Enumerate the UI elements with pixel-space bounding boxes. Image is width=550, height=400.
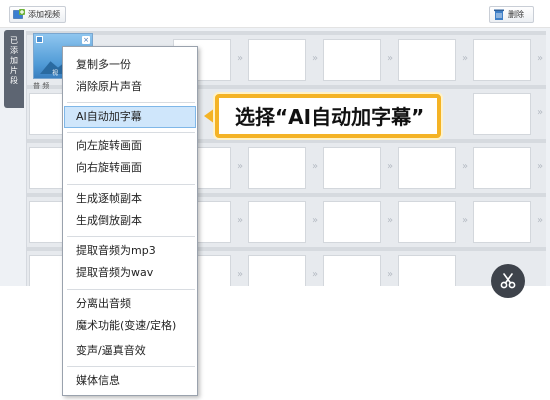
- clip-slot[interactable]: [248, 201, 306, 243]
- chevron-right-icon: »: [461, 161, 469, 172]
- scissors-icon[interactable]: [491, 264, 525, 298]
- clip-slot[interactable]: [398, 201, 456, 243]
- added-clips-tab[interactable]: 已添加片段: [4, 30, 24, 108]
- menu-item-extract-wav[interactable]: 提取音频为wav: [64, 262, 196, 284]
- clip-sub-label: 普 频: [33, 82, 50, 90]
- added-clips-tab-label: 已添加片段: [10, 36, 18, 85]
- clip-edit-icon[interactable]: [36, 36, 43, 43]
- menu-item-frame-copy[interactable]: 生成逐帧副本: [64, 188, 196, 210]
- chevron-right-icon: »: [236, 161, 244, 172]
- callout-pointer: [204, 108, 215, 124]
- chevron-right-icon: »: [236, 215, 244, 226]
- trash-icon: [494, 9, 504, 20]
- menu-item-extract-mp3[interactable]: 提取音频为mp3: [64, 240, 196, 262]
- menu-item-separate-audio[interactable]: 分离出音频: [64, 293, 196, 315]
- instruction-callout: 选择“AI自动加字幕”: [215, 94, 441, 138]
- chevron-right-icon: »: [311, 269, 319, 280]
- menu-item-rotate-right[interactable]: 向右旋转画面: [64, 157, 196, 179]
- chevron-right-icon: »: [311, 53, 319, 64]
- chevron-right-icon: »: [536, 161, 544, 172]
- menu-separator: [67, 184, 195, 185]
- chevron-right-icon: »: [461, 215, 469, 226]
- chevron-right-icon: »: [536, 53, 544, 64]
- menu-separator: [67, 236, 195, 237]
- menu-item-media-info[interactable]: 媒体信息: [64, 370, 196, 392]
- menu-separator: [67, 132, 195, 133]
- menu-item-mute-original[interactable]: 消除原片声音: [64, 76, 196, 98]
- clip-slot[interactable]: [473, 39, 531, 81]
- add-video-icon: [13, 9, 25, 19]
- chevron-right-icon: »: [386, 53, 394, 64]
- clip-slot[interactable]: [473, 201, 531, 243]
- chevron-right-icon: »: [536, 215, 544, 226]
- delete-button[interactable]: 删除: [489, 6, 534, 23]
- clip-slot[interactable]: [473, 93, 531, 135]
- clip-slot[interactable]: [248, 39, 306, 81]
- clip-slot[interactable]: [323, 255, 381, 286]
- add-video-label: 添加视频: [28, 10, 60, 19]
- menu-item-duplicate[interactable]: 复制多一份: [64, 54, 196, 76]
- clip-slot[interactable]: [398, 255, 456, 286]
- menu-item-magic-function[interactable]: 魔术功能(变速/定格): [64, 315, 196, 337]
- context-menu: 复制多一份 消除原片声音 AI自动加字幕 向左旋转画面 向右旋转画面 生成逐帧副…: [62, 46, 198, 396]
- clip-slot[interactable]: [323, 39, 381, 81]
- add-video-button[interactable]: 添加视频: [9, 6, 66, 23]
- chevron-right-icon: »: [386, 161, 394, 172]
- menu-item-reverse-copy[interactable]: 生成倒放副本: [64, 210, 196, 232]
- chevron-right-icon: »: [236, 269, 244, 280]
- clip-slot[interactable]: [398, 39, 456, 81]
- close-icon[interactable]: ×: [82, 36, 90, 44]
- menu-item-rotate-left[interactable]: 向左旋转画面: [64, 135, 196, 157]
- menu-separator: [67, 102, 195, 103]
- clip-slot[interactable]: [398, 147, 456, 189]
- menu-item-voice-effects[interactable]: 变声/逼真音效: [64, 340, 196, 362]
- scissors-glyph: [500, 273, 516, 289]
- chevron-right-icon: »: [236, 53, 244, 64]
- clip-thumb-label: 视: [52, 70, 59, 77]
- top-toolbar: 添加视频 删除: [0, 0, 550, 28]
- chevron-right-icon: »: [311, 215, 319, 226]
- app-window: 添加视频 删除 已添加片段 » » » » » » » » » » » » » …: [0, 0, 550, 400]
- clip-slot[interactable]: [248, 147, 306, 189]
- clip-slot[interactable]: [323, 147, 381, 189]
- chevron-right-icon: »: [536, 107, 544, 118]
- callout-text: 选择“AI自动加字幕”: [235, 105, 425, 129]
- delete-label: 删除: [508, 10, 524, 19]
- chevron-right-icon: »: [461, 53, 469, 64]
- clip-slot[interactable]: [473, 147, 531, 189]
- menu-separator: [67, 366, 195, 367]
- chevron-right-icon: »: [386, 269, 394, 280]
- clip-slot[interactable]: [323, 201, 381, 243]
- chevron-right-icon: »: [386, 215, 394, 226]
- menu-separator: [67, 289, 195, 290]
- clip-slot[interactable]: [248, 255, 306, 286]
- chevron-right-icon: »: [311, 161, 319, 172]
- menu-item-ai-subtitles[interactable]: AI自动加字幕: [64, 106, 196, 128]
